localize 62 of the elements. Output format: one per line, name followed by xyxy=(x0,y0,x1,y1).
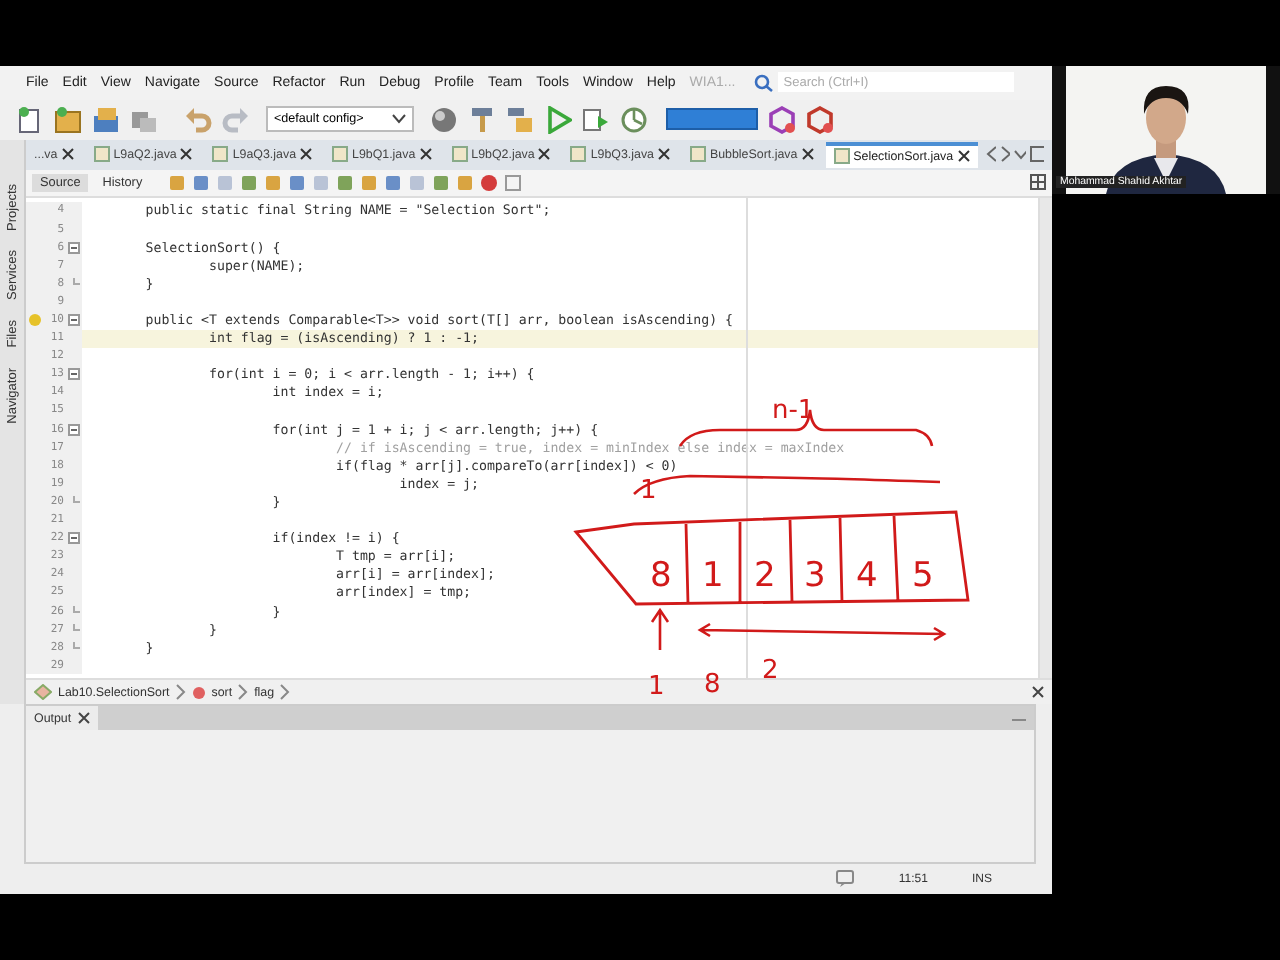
java-file-icon xyxy=(451,146,468,163)
close-icon[interactable] xyxy=(957,150,970,163)
run-icon[interactable] xyxy=(544,105,572,134)
fold-toggle-icon[interactable] xyxy=(67,423,79,436)
close-icon[interactable] xyxy=(61,148,74,161)
close-icon[interactable] xyxy=(180,148,193,161)
close-icon[interactable] xyxy=(538,148,551,161)
caret-icon xyxy=(392,114,406,125)
fold-toggle-icon[interactable] xyxy=(67,241,79,254)
fold-toggle-icon[interactable] xyxy=(67,314,79,327)
handwritten-digit: 1 xyxy=(702,556,724,596)
close-icon[interactable] xyxy=(657,148,670,161)
new-file-icon[interactable] xyxy=(16,105,44,134)
scroll-left-icon[interactable] xyxy=(985,146,996,163)
caret-icon[interactable] xyxy=(1013,149,1027,160)
java-file-icon xyxy=(93,146,110,163)
scroll-right-icon[interactable] xyxy=(999,146,1010,163)
fold-toggle-icon[interactable] xyxy=(67,532,79,545)
java-file-icon xyxy=(570,146,587,163)
close-icon[interactable] xyxy=(300,148,313,161)
fold-toggle-icon[interactable] xyxy=(67,368,79,381)
close-icon[interactable] xyxy=(419,148,432,161)
close-icon[interactable] xyxy=(77,712,90,725)
hexagon-icon[interactable] xyxy=(768,105,796,134)
chevron-icon xyxy=(175,684,186,701)
chevron-icon xyxy=(280,684,291,701)
chevron-icon xyxy=(238,684,249,701)
handwritten-digit: 8 xyxy=(650,556,672,596)
hexagon-icon[interactable] xyxy=(806,105,834,134)
debug-icon[interactable] xyxy=(582,105,610,134)
minimize-icon[interactable] xyxy=(1012,714,1026,723)
stop-icon[interactable] xyxy=(504,173,523,192)
up-arrow-drawing xyxy=(650,607,670,652)
java-file-icon xyxy=(689,146,706,163)
method-icon xyxy=(191,685,206,700)
hammer-icon[interactable] xyxy=(468,105,496,134)
notification-icon[interactable] xyxy=(836,870,855,889)
handwritten-digit: 1 xyxy=(648,672,665,702)
undo-icon[interactable] xyxy=(184,105,212,134)
memory-bar[interactable] xyxy=(666,108,758,131)
globe-icon[interactable] xyxy=(430,105,458,134)
new-project-icon[interactable] xyxy=(54,105,82,134)
java-file-icon xyxy=(833,148,850,165)
close-icon[interactable] xyxy=(1032,686,1044,699)
handwritten-digit: 5 xyxy=(912,556,934,596)
profile-icon[interactable] xyxy=(620,105,648,134)
maximize-icon[interactable] xyxy=(1030,146,1045,163)
handwritten-digit: 3 xyxy=(804,556,826,596)
handwritten-label: n-1 xyxy=(772,396,815,426)
search-icon xyxy=(753,73,774,92)
record-icon[interactable] xyxy=(480,173,499,192)
clean-build-icon[interactable] xyxy=(506,105,534,134)
handwritten-digit: 8 xyxy=(704,670,721,700)
java-file-icon xyxy=(332,146,349,163)
java-file-icon xyxy=(212,146,229,163)
handwritten-digit: 2 xyxy=(762,656,779,686)
scrollbar[interactable] xyxy=(1038,197,1052,679)
handwritten-digit: 2 xyxy=(754,556,776,596)
handwritten-digit: 4 xyxy=(856,556,878,596)
open-project-icon[interactable] xyxy=(92,105,120,134)
split-icon[interactable] xyxy=(1030,174,1046,191)
close-icon[interactable] xyxy=(801,148,814,161)
